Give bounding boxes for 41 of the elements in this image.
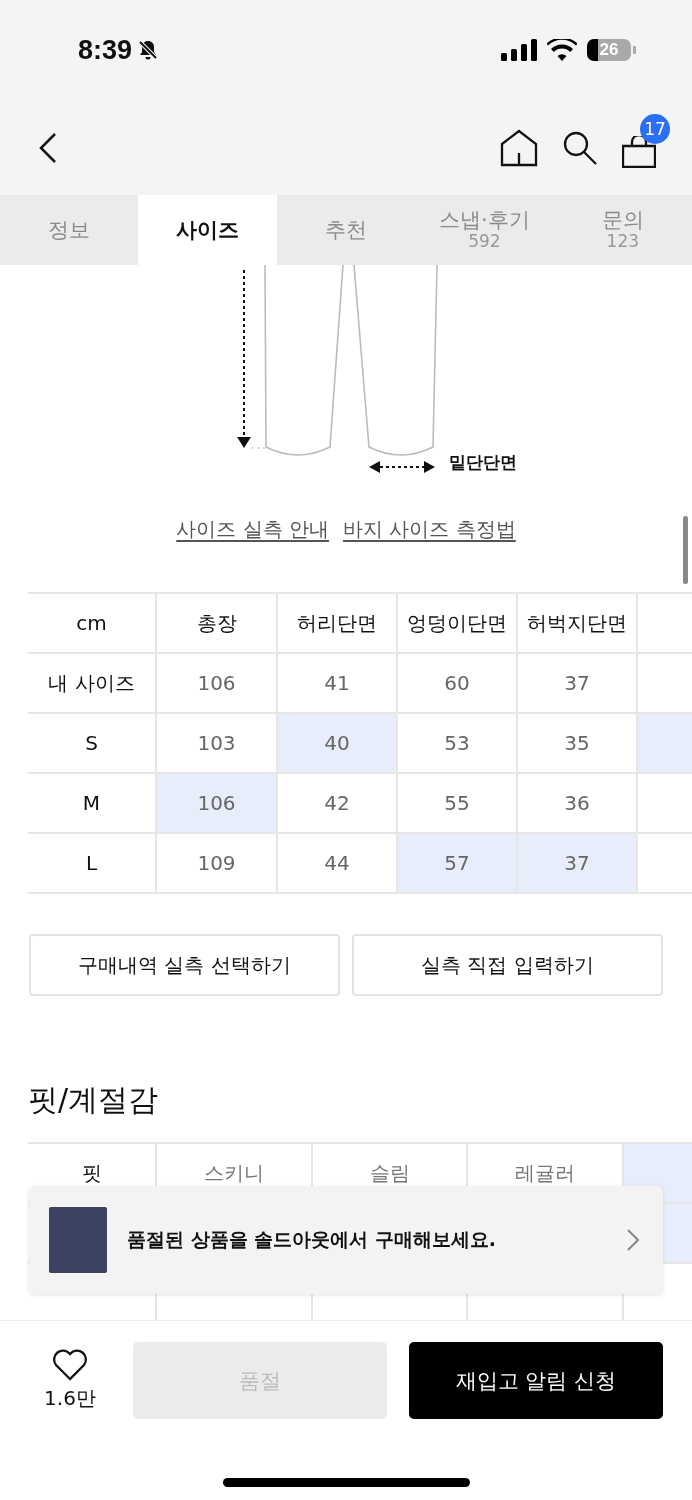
link[interactable]: 사이즈 실측 안내	[176, 516, 329, 544]
table-cell: 109	[155, 834, 276, 894]
bag-icon[interactable]	[622, 135, 656, 168]
section-title: 핏/계절감	[27, 1081, 160, 1118]
column-header: 총장	[155, 594, 276, 654]
measure-button[interactable]: 실측 직접 입력하기	[352, 934, 663, 996]
back-icon[interactable]	[38, 131, 58, 164]
restock-alert-button[interactable]: 재입고 알림 신청	[409, 1342, 663, 1419]
column-header: 허리단면	[276, 594, 396, 654]
chevron-right-icon	[627, 1229, 639, 1251]
sold-out-toast[interactable]: 품절된 상품을 솔드아웃에서 구매해보세요.	[29, 1186, 663, 1294]
search-icon[interactable]	[562, 129, 598, 166]
table-cell: 42	[276, 774, 396, 834]
signal-icon	[501, 39, 537, 61]
photo-placeholder	[49, 1207, 107, 1273]
wifi-icon	[547, 39, 577, 61]
table-cell: 53	[396, 714, 516, 774]
cart-count-badge: 17	[640, 113, 670, 144]
scrollbar	[683, 516, 688, 584]
table-cell: 37	[516, 834, 636, 894]
table-cell: 40	[276, 714, 396, 774]
table-cell: 106	[155, 654, 276, 714]
column-header: cm	[28, 594, 155, 654]
status-time: 8:39	[78, 34, 133, 66]
measure-button[interactable]: 구매내역 실측 선택하기	[29, 934, 340, 996]
diagram-label: 밑단단면	[449, 451, 517, 474]
table-cell: 57	[396, 834, 516, 894]
column-header: 엉덩이단면	[396, 594, 516, 654]
row-header: S	[28, 714, 155, 774]
row-header: 내 사이즈	[28, 654, 155, 714]
table-cell: 37	[516, 654, 636, 714]
heart-icon[interactable]	[52, 1349, 88, 1381]
column-header: 허벅지단면	[516, 594, 636, 654]
tab[interactable]: 사이즈	[138, 195, 277, 265]
table-cell: 60	[396, 654, 516, 714]
table-cell: 106	[155, 774, 276, 834]
home-icon[interactable]	[500, 128, 538, 167]
toast-message: 품절된 상품을 솔드아웃에서 구매해보세요.	[127, 1227, 498, 1252]
link[interactable]: 바지 사이즈 측정법	[343, 516, 516, 544]
like-count: 1.6만	[44, 1385, 96, 1412]
row-header: L	[28, 834, 155, 894]
